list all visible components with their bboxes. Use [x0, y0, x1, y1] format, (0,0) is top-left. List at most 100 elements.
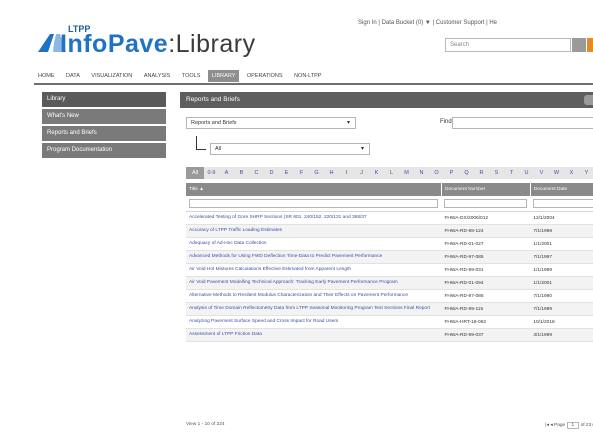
- filter-cell: [530, 196, 593, 212]
- alpha-v[interactable]: V: [534, 167, 549, 176]
- number-filter-input[interactable]: [444, 199, 528, 208]
- nav-tools[interactable]: TOOLS: [178, 70, 205, 82]
- panel-tab-handle[interactable]: [584, 95, 593, 105]
- alpha-b[interactable]: B: [234, 167, 249, 176]
- title-separator: :: [168, 30, 176, 58]
- date-filter-input[interactable]: [533, 199, 593, 208]
- table-row[interactable]: Advanced Methods for Using FWD Deflectio…: [186, 250, 593, 264]
- nav-home[interactable]: HOME: [34, 70, 59, 82]
- alpha-e[interactable]: E: [279, 167, 294, 176]
- subcategory-select[interactable]: All ▾: [210, 143, 370, 155]
- document-title-link[interactable]: Advanced Methods for Using FWD Deflectio…: [186, 250, 442, 264]
- alpha-a[interactable]: A: [219, 167, 234, 176]
- alpha-p[interactable]: P: [444, 167, 459, 176]
- document-title-link[interactable]: Air Void Pavement Modelling Technical Ap…: [186, 276, 442, 290]
- alpha-o[interactable]: O: [429, 167, 444, 176]
- document-title-link[interactable]: Accelerated Testing of Gore SHRP Section…: [186, 211, 442, 225]
- alpha-f[interactable]: F: [294, 167, 309, 176]
- document-number: FHWA-RD-97-086: [441, 289, 531, 303]
- alpha-r[interactable]: R: [474, 167, 489, 176]
- table-row[interactable]: Alternative Methods to Resilient Modulus…: [186, 289, 593, 303]
- document-date: 7/1/1997: [530, 250, 593, 264]
- alpha-w[interactable]: W: [549, 167, 564, 176]
- page-number-input[interactable]: 1: [566, 422, 580, 429]
- search-go-button[interactable]: [587, 38, 593, 52]
- nav-library[interactable]: LIBRARY: [207, 70, 240, 82]
- document-number: FHWA-RD-99-031: [441, 263, 531, 277]
- alpha-d[interactable]: D: [264, 167, 279, 176]
- category-select[interactable]: Reports and Briefs ▾: [186, 117, 356, 129]
- document-title-link[interactable]: Analyzing Pavement Surface Speed and Cro…: [186, 315, 442, 329]
- alpha-l[interactable]: L: [384, 167, 399, 176]
- alpha-n[interactable]: N: [414, 167, 429, 176]
- panel-header: Reports and Briefs: [180, 92, 593, 108]
- alpha-c[interactable]: C: [249, 167, 264, 176]
- sidebar-item-library[interactable]: Library: [42, 92, 166, 107]
- document-date: 7/1/1990: [530, 289, 593, 303]
- page-of-label: of 23: [580, 423, 592, 428]
- infopave-logo[interactable]: LTPP InfoPave:Library: [34, 24, 284, 60]
- alpha-all[interactable]: All: [186, 167, 204, 179]
- utility-links[interactable]: Sign In | Data Bucket (0) ▼ | Customer S…: [358, 20, 497, 26]
- nav-visualization[interactable]: VISUALIZATION: [87, 70, 136, 82]
- alpha-x[interactable]: X: [564, 167, 579, 176]
- table-row[interactable]: Air Void Hot Mixtures Calculations Effec…: [186, 263, 593, 277]
- document-title-link[interactable]: Air Void Hot Mixtures Calculations Effec…: [186, 263, 442, 277]
- nav-operations[interactable]: OPERATIONS: [243, 70, 287, 82]
- table-row[interactable]: Accuracy of LTPP Traffic Loading Estimat…: [186, 224, 593, 238]
- sidebar-item-reports-briefs[interactable]: Reports and Briefs: [42, 126, 166, 141]
- alpha-q[interactable]: Q: [459, 167, 474, 176]
- document-title-link[interactable]: Analysis of Time Domain Reflectometry Da…: [186, 302, 442, 316]
- col-document-date[interactable]: Document Date: [530, 183, 593, 196]
- table-row[interactable]: Analysis of Time Domain Reflectometry Da…: [186, 302, 593, 316]
- document-number: FHWA-RD-97-085: [441, 250, 531, 264]
- alpha-s[interactable]: S: [489, 167, 504, 176]
- document-number: FHWA-RD-98-124: [441, 224, 531, 238]
- prev-page-icon[interactable]: ◂: [550, 423, 552, 428]
- document-title-link[interactable]: Assessment of LTPP Friction Data: [186, 328, 442, 342]
- subcategory-select-value: All: [215, 146, 222, 152]
- table-row[interactable]: Air Void Pavement Modelling Technical Ap…: [186, 276, 593, 290]
- title-filter-input[interactable]: [189, 199, 439, 208]
- nav-non-ltpp[interactable]: NON-LTPP: [290, 70, 325, 82]
- alpha-m[interactable]: M: [399, 167, 414, 176]
- document-number: FHWA-HRT-18-062: [441, 315, 531, 329]
- top-navigation: HOME DATA VISUALIZATION ANALYSIS TOOLS L…: [34, 70, 593, 82]
- nav-analysis[interactable]: ANALYSIS: [140, 70, 175, 82]
- table-row[interactable]: Adequacy of Ad-Hoc Data Collection FHWA-R…: [186, 237, 593, 251]
- alpha-y[interactable]: Y: [579, 167, 593, 176]
- alpha-i[interactable]: I: [339, 167, 354, 176]
- document-date: 10/1/2018: [530, 315, 593, 329]
- sidebar-item-whats-new[interactable]: What's New: [42, 109, 166, 124]
- alpha-0-9[interactable]: 0-9: [204, 167, 219, 176]
- document-number: FHWA-DX/2006/012: [441, 211, 531, 225]
- document-number: FHWA-RD-01-027: [441, 237, 531, 251]
- alpha-t[interactable]: T: [504, 167, 519, 176]
- record-summary: View 1 - 10 of 224: [186, 422, 225, 427]
- first-page-icon[interactable]: |◂: [545, 423, 549, 428]
- main-panel: Reports and Briefs Reports and Briefs ▾ …: [180, 92, 593, 438]
- infopave-library-page: Sign In | Data Bucket (0) ▼ | Customer S…: [0, 0, 593, 438]
- nav-data[interactable]: DATA: [62, 70, 84, 82]
- table-row[interactable]: Analyzing Pavement Surface Speed and Cro…: [186, 315, 593, 329]
- filter-row: [186, 196, 593, 212]
- document-title-link[interactable]: Adequacy of Ad-Hoc Data Collection: [186, 237, 442, 251]
- nav-divider: [34, 83, 593, 85]
- table-row[interactable]: Assessment of LTPP Friction Data FHWA-RD-…: [186, 328, 593, 342]
- document-title-link[interactable]: Alternative Methods to Resilient Modulus…: [186, 289, 442, 303]
- tree-connector: [196, 136, 206, 150]
- col-document-number[interactable]: Document Number: [441, 183, 531, 196]
- sidebar-item-program-docs[interactable]: Program Documentation: [42, 143, 166, 158]
- table-row[interactable]: Accelerated Testing of Gore SHRP Section…: [186, 211, 593, 225]
- alpha-g[interactable]: G: [309, 167, 324, 176]
- find-input[interactable]: [452, 117, 593, 129]
- alpha-k[interactable]: K: [369, 167, 384, 176]
- alpha-h[interactable]: H: [324, 167, 339, 176]
- search-button[interactable]: [572, 38, 586, 52]
- table-header-row: Title ▲ Document Number Document Date: [186, 183, 593, 196]
- col-title[interactable]: Title ▲: [186, 183, 442, 196]
- document-title-link[interactable]: Accuracy of LTPP Traffic Loading Estimat…: [186, 224, 442, 238]
- alpha-j[interactable]: J: [354, 167, 369, 176]
- search-input[interactable]: Search: [445, 38, 571, 52]
- alpha-u[interactable]: U: [519, 167, 534, 176]
